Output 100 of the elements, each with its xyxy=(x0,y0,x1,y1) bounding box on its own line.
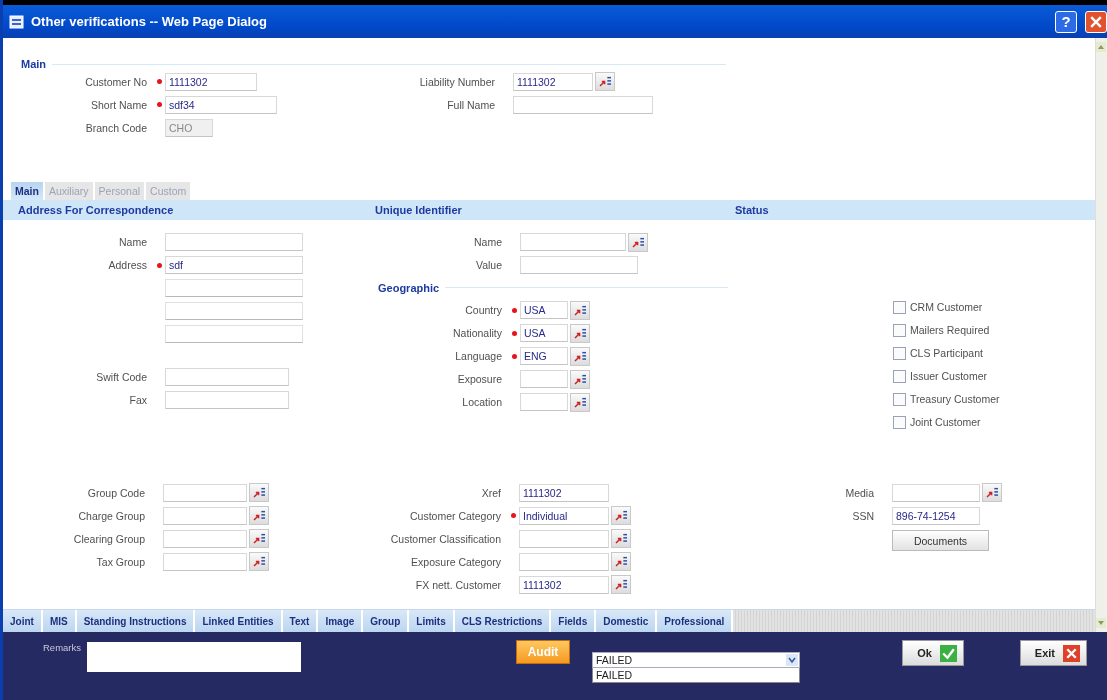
lookup-button[interactable] xyxy=(249,506,269,526)
field-label: SSN xyxy=(851,509,875,522)
input-field[interactable] xyxy=(165,302,303,321)
field-label: Swift Code xyxy=(95,371,148,384)
input-field[interactable] xyxy=(520,370,568,389)
checkbox[interactable] xyxy=(893,392,906,406)
lookup-button[interactable] xyxy=(611,506,631,526)
field-label: Exposure xyxy=(456,373,503,386)
tab[interactable]: Main xyxy=(11,181,43,200)
lookup-button[interactable] xyxy=(611,529,631,549)
input-field[interactable]: sdf34 xyxy=(165,95,277,114)
lookup-button[interactable] xyxy=(982,483,1002,503)
input-field[interactable] xyxy=(165,391,289,410)
input-field[interactable] xyxy=(513,95,653,114)
field-label: Branch Code xyxy=(84,121,148,134)
input-field[interactable] xyxy=(519,552,609,571)
lookup-button[interactable] xyxy=(611,552,631,572)
lookup-icon xyxy=(252,510,266,522)
input-field[interactable]: 1111302 xyxy=(519,575,609,594)
checkbox-label: Issuer Customer xyxy=(910,370,988,383)
checkbox[interactable] xyxy=(893,300,906,314)
exit-button[interactable]: Exit xyxy=(1019,640,1087,666)
lookup-icon xyxy=(614,579,628,591)
lookup-button[interactable] xyxy=(249,529,269,549)
field-label: Customer Category xyxy=(408,509,502,522)
input-field[interactable] xyxy=(520,256,638,275)
lookup-button[interactable] xyxy=(570,392,590,412)
field-label: Fax xyxy=(128,394,148,407)
input-field[interactable] xyxy=(163,529,247,548)
dropdown-arrow-icon xyxy=(786,654,798,666)
input-field[interactable]: 1111302 xyxy=(519,483,609,502)
lookup-button[interactable] xyxy=(249,483,269,503)
tab[interactable]: Image xyxy=(318,610,364,632)
input-field[interactable]: 896-74-1254 xyxy=(892,506,980,525)
ok-button[interactable]: Ok xyxy=(902,640,964,666)
input-field[interactable]: Individual xyxy=(519,506,609,525)
scrollbar[interactable] xyxy=(1095,38,1107,632)
input-field[interactable] xyxy=(165,368,289,387)
input-field[interactable] xyxy=(163,483,247,502)
tab[interactable]: Linked Entities xyxy=(195,610,283,632)
tab[interactable]: Standing Instructions xyxy=(76,610,196,632)
checkbox[interactable] xyxy=(893,323,906,337)
lookup-button[interactable] xyxy=(249,552,269,572)
remarks-label: Remarks xyxy=(43,642,81,653)
dropdown-option[interactable]: FAILED xyxy=(593,668,799,682)
input-field[interactable] xyxy=(519,529,609,548)
tab[interactable]: MIS xyxy=(42,610,77,632)
checkbox-label: Joint Customer xyxy=(910,416,981,429)
field-label: Full Name xyxy=(446,98,496,111)
checkbox-label: CLS Participant xyxy=(910,347,983,360)
tab[interactable]: Professional xyxy=(657,610,734,632)
field-label: Location xyxy=(461,396,503,409)
input-field[interactable] xyxy=(520,393,568,412)
input-field[interactable] xyxy=(163,506,247,525)
tab[interactable]: Group xyxy=(363,610,410,632)
input-field[interactable] xyxy=(892,483,980,502)
remarks-field[interactable] xyxy=(87,642,301,672)
input-field[interactable] xyxy=(165,233,303,252)
lookup-button[interactable] xyxy=(611,575,631,595)
input-field[interactable]: ENG xyxy=(520,347,568,366)
input-field[interactable]: 1111302 xyxy=(513,72,593,91)
tab[interactable]: Limits xyxy=(409,610,455,632)
close-icon xyxy=(1090,15,1102,28)
checkbox[interactable] xyxy=(893,415,906,429)
lookup-icon xyxy=(614,533,628,545)
checkbox[interactable] xyxy=(893,346,906,360)
input-field[interactable]: USA xyxy=(520,301,568,320)
field-label: Name xyxy=(118,236,148,249)
input-field[interactable] xyxy=(163,552,247,571)
tab[interactable]: CLS Restrictions xyxy=(454,610,552,632)
help-button[interactable]: ? xyxy=(1055,10,1077,33)
lookup-button[interactable] xyxy=(570,346,590,366)
checkbox[interactable] xyxy=(893,369,906,383)
tab[interactable]: Text xyxy=(282,610,319,632)
scroll-up-icon xyxy=(1096,42,1106,52)
field-label: Group Code xyxy=(86,486,146,499)
input-field[interactable] xyxy=(520,233,626,252)
input-field[interactable]: USA xyxy=(520,324,568,343)
status-dropdown[interactable]: FAILED xyxy=(592,652,800,668)
lookup-button[interactable] xyxy=(570,300,590,320)
tab[interactable]: Domestic xyxy=(596,610,658,632)
tab[interactable]: Fields xyxy=(551,610,597,632)
input-field[interactable]: 1111302 xyxy=(165,72,257,91)
lookup-icon xyxy=(573,373,587,385)
input-field[interactable] xyxy=(165,279,303,298)
field-label: Tax Group xyxy=(95,555,146,568)
close-button[interactable] xyxy=(1085,10,1107,33)
close-icon xyxy=(1063,644,1080,662)
section-heading: Unique Identifier xyxy=(374,203,463,216)
lookup-button[interactable] xyxy=(570,369,590,389)
tab[interactable]: Joint xyxy=(3,610,43,632)
documents-button[interactable]: Documents xyxy=(892,530,989,552)
section-heading: Geographic xyxy=(378,281,440,294)
input-field[interactable] xyxy=(165,325,303,344)
lookup-icon xyxy=(985,487,999,499)
lookup-button[interactable] xyxy=(570,323,590,343)
lookup-button[interactable] xyxy=(628,232,648,252)
input-field[interactable]: sdf xyxy=(165,256,303,275)
lookup-button[interactable] xyxy=(595,72,615,91)
window-title: Other verifications -- Web Page Dialog xyxy=(31,14,267,29)
